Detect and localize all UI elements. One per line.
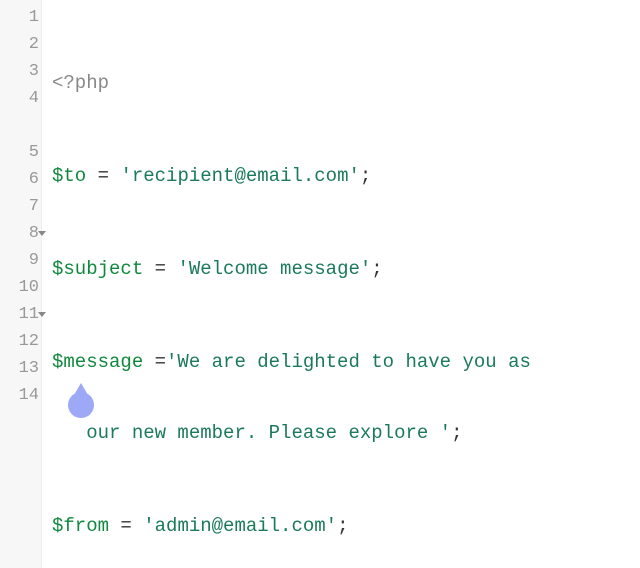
string-literal: 'recipient@email.com' bbox=[120, 165, 359, 187]
line-number: 3 bbox=[0, 58, 41, 85]
line-number: 7 bbox=[0, 193, 41, 220]
code-line[interactable]: $subject = 'Welcome message'; bbox=[52, 256, 640, 283]
string-literal: our new member. Please explore ' bbox=[86, 422, 451, 444]
code-line[interactable]: <?php bbox=[52, 70, 640, 97]
touch-caret-handle-icon[interactable] bbox=[68, 392, 94, 418]
code-editor[interactable]: 1 2 3 4 5 6 7 8 9 10 11 12 13 14 <?php $… bbox=[0, 0, 640, 568]
line-number: 12 bbox=[0, 328, 41, 355]
variable: $subject bbox=[52, 258, 143, 280]
line-number: 4 bbox=[0, 85, 41, 112]
line-number: 8 bbox=[0, 220, 41, 247]
code-line[interactable]: $from = 'admin@email.com'; bbox=[52, 513, 640, 540]
code-line[interactable]: $message ='We are delighted to have you … bbox=[52, 349, 640, 376]
line-number: 1 bbox=[0, 4, 41, 31]
line-number: 5 bbox=[0, 139, 41, 166]
code-area[interactable]: <?php $to = 'recipient@email.com'; $subj… bbox=[42, 0, 640, 568]
line-number bbox=[0, 112, 41, 139]
line-number: 10 bbox=[0, 274, 41, 301]
line-number: 13 bbox=[0, 355, 41, 382]
line-number: 6 bbox=[0, 166, 41, 193]
variable: $to bbox=[52, 165, 86, 187]
php-open-tag: <?php bbox=[52, 72, 109, 94]
line-number: 9 bbox=[0, 247, 41, 274]
variable: $message bbox=[52, 351, 143, 373]
string-literal: 'admin@email.com' bbox=[143, 515, 337, 537]
line-number-gutter: 1 2 3 4 5 6 7 8 9 10 11 12 13 14 bbox=[0, 0, 42, 568]
line-number: 2 bbox=[0, 31, 41, 58]
string-literal: 'We are delighted to have you as bbox=[166, 351, 531, 373]
code-line[interactable]: $to = 'recipient@email.com'; bbox=[52, 163, 640, 190]
variable: $from bbox=[52, 515, 109, 537]
string-literal: 'Welcome message' bbox=[177, 258, 371, 280]
line-number: 11 bbox=[0, 301, 41, 328]
line-number: 14 bbox=[0, 382, 41, 409]
code-line-wrap[interactable]: our new member. Please explore '; bbox=[52, 420, 640, 447]
